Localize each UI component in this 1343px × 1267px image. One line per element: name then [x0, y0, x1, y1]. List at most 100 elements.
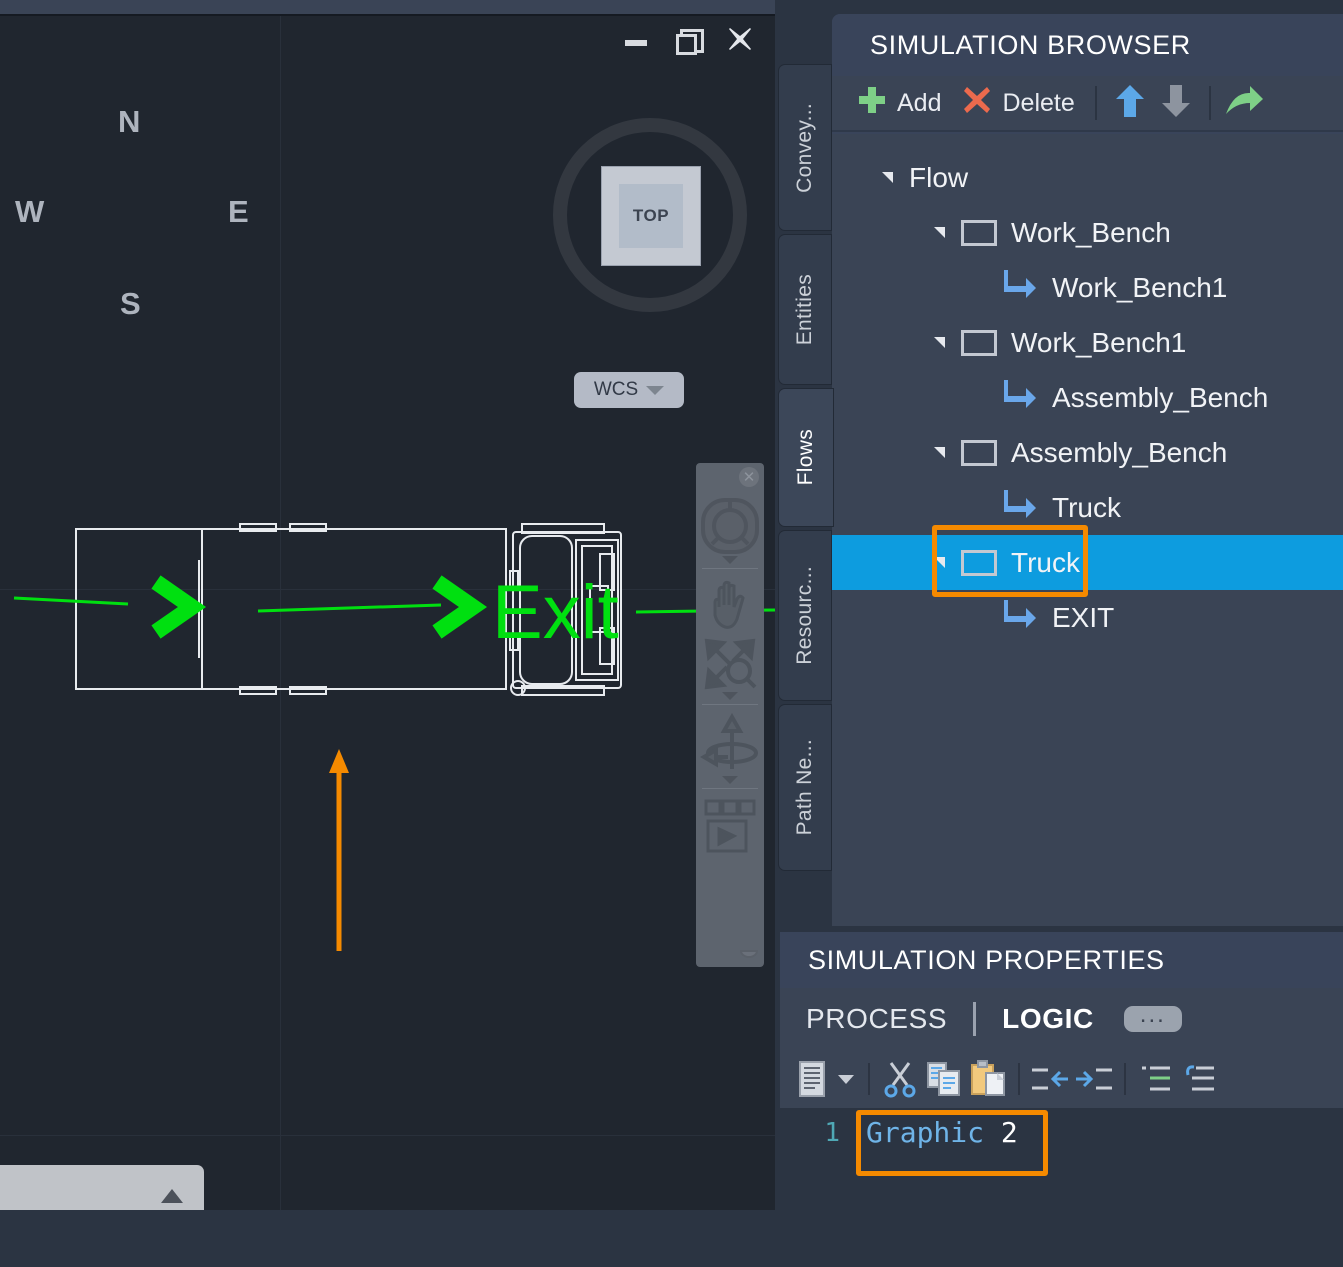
- code-token-function: Graphic: [866, 1116, 985, 1149]
- arrow-down-icon: [1160, 83, 1192, 124]
- properties-tab-bar: PROCESS LOGIC ...: [780, 988, 1343, 1050]
- viewcube-top-face[interactable]: TOP: [601, 166, 701, 266]
- chevron-down-icon: [646, 385, 665, 395]
- tab-label: LOGIC: [1002, 1003, 1094, 1034]
- orbit-icon[interactable]: [700, 713, 760, 775]
- move-down-button[interactable]: [1153, 80, 1199, 126]
- expander-collapse-icon[interactable]: [934, 557, 945, 568]
- simulation-browser-title: SIMULATION BROWSER: [832, 14, 1343, 76]
- code-token-argument: [984, 1116, 1001, 1149]
- chevron-down-icon[interactable]: [722, 776, 738, 784]
- tree-item-flow[interactable]: Flow: [832, 150, 1343, 205]
- paste-icon[interactable]: [966, 1057, 1010, 1101]
- expander-collapse-icon[interactable]: [934, 227, 945, 238]
- tab-logic[interactable]: LOGIC: [984, 1003, 1112, 1035]
- navigation-bar[interactable]: ✕: [696, 463, 764, 967]
- close-icon[interactable]: ✕: [739, 467, 759, 487]
- link-arrow-icon: [1002, 488, 1038, 527]
- add-label: Add: [897, 88, 942, 117]
- divider: [1094, 86, 1097, 120]
- tree-item-exit-link[interactable]: EXIT: [832, 590, 1343, 645]
- close-button[interactable]: [727, 26, 753, 52]
- tab-path-networks[interactable]: Path Ne...: [778, 704, 832, 871]
- plus-icon: [856, 84, 888, 123]
- flow-tree[interactable]: Flow Work_Bench Work_Bench1 Work_Bench1 …: [832, 134, 1343, 926]
- tree-item-label: Flow: [909, 161, 969, 193]
- expander-collapse-icon[interactable]: [934, 337, 945, 348]
- chevron-down-icon[interactable]: [838, 1074, 854, 1084]
- viewcube-east-label[interactable]: E: [228, 194, 249, 230]
- curved-arrow-icon: [1224, 84, 1264, 123]
- tree-item-label: Work_Bench1: [1052, 271, 1228, 303]
- logic-code-editor[interactable]: 1 Graphic 2: [780, 1108, 1343, 1267]
- cad-viewport[interactable]: Exit TOP N S W E WCS ✕: [0, 0, 775, 1210]
- zoom-extents-icon[interactable]: [701, 635, 759, 691]
- editor-code-line[interactable]: Graphic 2: [866, 1116, 1018, 1149]
- simulation-browser-panel: SIMULATION BROWSER Add Delete Flow Work_…: [832, 14, 1343, 926]
- snippets-icon[interactable]: [790, 1057, 834, 1101]
- command-line-toggle[interactable]: [0, 1165, 204, 1210]
- minimize-button[interactable]: [623, 26, 649, 52]
- annotation-arrow: [329, 749, 349, 951]
- outdent-icon[interactable]: [1028, 1057, 1072, 1101]
- tree-item-truck-selected[interactable]: Truck: [832, 525, 1343, 597]
- tab-process[interactable]: PROCESS: [788, 1003, 965, 1035]
- tree-item-work-bench1[interactable]: Work_Bench1: [832, 315, 1343, 370]
- viewcube-north-label[interactable]: N: [118, 104, 140, 140]
- expander-collapse-icon[interactable]: [882, 172, 893, 183]
- tab-label: Flows: [794, 429, 817, 486]
- tree-item-assembly-bench-link[interactable]: Assembly_Bench: [832, 370, 1343, 425]
- copy-icon[interactable]: [922, 1057, 966, 1101]
- expander-collapse-icon[interactable]: [934, 447, 945, 458]
- drawing-canvas[interactable]: Exit TOP N S W E WCS ✕: [0, 16, 775, 1210]
- tree-item-work-bench[interactable]: Work_Bench: [832, 205, 1343, 260]
- tab-entities[interactable]: Entities: [778, 233, 832, 385]
- cut-icon[interactable]: [878, 1057, 922, 1101]
- uncomment-icon[interactable]: [1178, 1057, 1222, 1101]
- code-token-number: 2: [1000, 1116, 1018, 1149]
- view-cube[interactable]: TOP: [521, 102, 747, 338]
- viewcube-west-label[interactable]: W: [15, 194, 44, 230]
- tab-conveyors[interactable]: Convey...: [778, 64, 832, 231]
- process-box-icon: [961, 439, 997, 466]
- divider: [1208, 86, 1211, 120]
- restore-button[interactable]: [675, 26, 704, 55]
- process-box-icon: [961, 219, 997, 246]
- viewcube-south-label[interactable]: S: [120, 286, 141, 322]
- comment-icon[interactable]: [1134, 1057, 1178, 1101]
- wcs-dropdown[interactable]: WCS: [574, 372, 684, 408]
- tree-item-label: Assembly_Bench: [1011, 436, 1228, 468]
- panel-tab-strip[interactable]: Convey... Entities Flows Resourc... Path…: [778, 64, 834, 874]
- chevron-down-icon[interactable]: [722, 692, 738, 700]
- go-to-button[interactable]: [1221, 80, 1267, 126]
- tree-item-assembly-bench[interactable]: Assembly_Bench: [832, 425, 1343, 480]
- showmotion-icon[interactable]: [700, 797, 760, 859]
- tree-item-truck-link[interactable]: Truck: [832, 480, 1343, 535]
- more-tabs-button[interactable]: ...: [1123, 1003, 1182, 1032]
- link-arrow-icon: [1002, 268, 1038, 307]
- delete-button[interactable]: Delete: [951, 80, 1084, 126]
- tree-item-label: EXIT: [1052, 601, 1115, 633]
- simulation-properties-title: SIMULATION PROPERTIES: [808, 944, 1165, 975]
- process-box-icon: [961, 329, 997, 356]
- move-up-button[interactable]: [1107, 80, 1153, 126]
- link-arrow-icon: [1002, 378, 1038, 417]
- tree-item-label: Work_Bench: [1011, 216, 1171, 248]
- delete-label: Delete: [1002, 88, 1075, 117]
- tab-flows[interactable]: Flows: [778, 388, 834, 528]
- tree-item-label: Work_Bench1: [1011, 326, 1187, 358]
- indent-icon[interactable]: [1072, 1057, 1116, 1101]
- arrow-up-icon: [1114, 83, 1146, 124]
- tree-item-work-bench1-link[interactable]: Work_Bench1: [832, 260, 1343, 315]
- tab-resources[interactable]: Resourc...: [778, 530, 832, 702]
- add-button[interactable]: Add: [846, 80, 951, 126]
- steering-wheel-icon[interactable]: [699, 497, 761, 555]
- chevron-down-icon[interactable]: [722, 556, 738, 564]
- pan-icon[interactable]: [701, 577, 759, 635]
- application-window: Exit TOP N S W E WCS ✕ Convey... Entitie…: [0, 0, 1343, 1267]
- chevron-up-icon[interactable]: [161, 1189, 183, 1203]
- tab-label: Resourc...: [793, 566, 816, 665]
- navbar-grip-icon[interactable]: [739, 949, 759, 963]
- logic-editor-toolbar: [780, 1050, 1343, 1108]
- viewport-top-strip: [0, 0, 775, 16]
